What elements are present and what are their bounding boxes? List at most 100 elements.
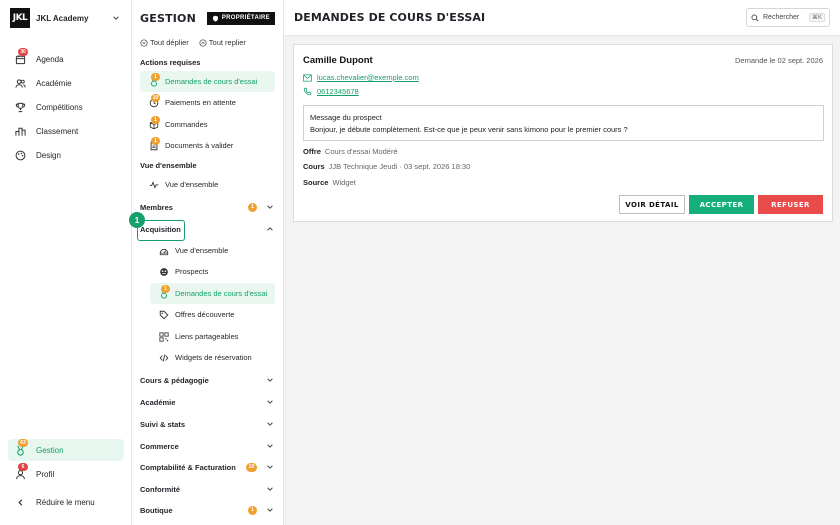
- chevron-up-icon: [265, 224, 275, 234]
- group-label: Commerce: [140, 441, 179, 451]
- group-count-badge: 1: [248, 505, 257, 515]
- medal-icon: 1: [148, 73, 160, 87]
- accept-button[interactable]: ACCEPTER: [689, 195, 754, 214]
- org-name: JKL Academy: [36, 13, 89, 23]
- main-content: DEMANDES DE COURS D'ESSAI Rechercher ⌘K …: [284, 0, 840, 525]
- nav-item-prospects[interactable]: Prospects: [150, 261, 275, 282]
- source-label: Source: [303, 178, 329, 187]
- chevron-down-icon: [265, 397, 275, 407]
- chevron-down-icon: [265, 462, 275, 472]
- trophy-icon: [14, 101, 26, 113]
- app-shell: JKL JKL Academy 30 Agenda Académie Compé…: [0, 0, 840, 525]
- refuse-button[interactable]: REFUSER: [758, 195, 823, 214]
- tag-icon: [158, 309, 169, 320]
- nav-title: GESTION: [140, 11, 197, 25]
- rail-item-label: Gestion: [36, 445, 64, 455]
- trial-request-card: Camille Dupont Demande le 02 sept. 2026 …: [293, 44, 833, 222]
- nav-item-acq-trial-requests[interactable]: 1 Demandes de cours d'essai: [150, 283, 275, 304]
- chevron-down-icon: [265, 375, 275, 385]
- rail-item-competitions[interactable]: Compétitions: [8, 96, 124, 118]
- course-label: Cours: [303, 162, 325, 171]
- group-commerce[interactable]: Commerce: [140, 436, 275, 456]
- group-label: Conformité: [140, 484, 180, 494]
- group-conformite[interactable]: Conformité: [140, 479, 275, 499]
- expand-all-button[interactable]: Tout déplier: [140, 38, 189, 47]
- nav-item-booking-widgets[interactable]: Widgets de réservation: [150, 347, 275, 368]
- rail-item-label: Agenda: [36, 54, 64, 64]
- section-overview-title: Vue d'ensemble: [140, 161, 197, 170]
- count-badge: 1: [151, 116, 160, 124]
- nav-item-label: Demandes de cours d'essai: [175, 289, 268, 298]
- nav-item-discovery-offers[interactable]: Offres découverte: [150, 304, 275, 325]
- group-count-badge: 1: [248, 202, 257, 212]
- chevron-down-icon: [265, 419, 275, 429]
- activity-icon: [148, 179, 159, 190]
- rail-item-classement[interactable]: Classement: [8, 120, 124, 142]
- rail-item-design[interactable]: Design: [8, 144, 124, 166]
- nav-item-overview[interactable]: Vue d'ensemble: [140, 174, 275, 195]
- org-switcher[interactable]: JKL JKL Academy: [0, 0, 131, 36]
- rail-item-label: Classement: [36, 126, 79, 136]
- email-link[interactable]: lucas.chevalier@exemple.com: [317, 73, 419, 82]
- search-shortcut: ⌘K: [808, 13, 825, 22]
- nav-item-acq-overview[interactable]: Vue d'ensemble: [150, 240, 275, 261]
- search-button[interactable]: Rechercher ⌘K: [746, 8, 830, 27]
- group-label: Cours & pédagogie: [140, 375, 209, 385]
- count-badge: 1: [161, 285, 170, 293]
- group-suivi-stats[interactable]: Suivi & stats: [140, 414, 275, 434]
- collapse-menu-button[interactable]: Réduire le menu: [8, 491, 124, 513]
- nav-item-label: Paiements en attente: [165, 98, 236, 107]
- chevron-left-icon: [14, 496, 26, 508]
- podium-icon: [14, 125, 26, 137]
- owner-badge-label: PROPRIÉTAIRE: [221, 15, 270, 21]
- group-label: Académie: [140, 397, 176, 407]
- chevron-down-icon: [111, 13, 121, 23]
- nav-item-label: Liens partageables: [175, 332, 239, 341]
- view-detail-button[interactable]: VOIR DÉTAIL: [619, 195, 685, 214]
- page-title: DEMANDES DE COURS D'ESSAI: [294, 11, 486, 24]
- rail-item-profil[interactable]: 6 Profil: [8, 463, 124, 485]
- users-icon: [14, 77, 26, 89]
- section-actions-title: Actions requises: [140, 58, 201, 67]
- group-comptabilite[interactable]: Comptabilité & Facturation 10: [140, 457, 275, 477]
- nav-item-share-links[interactable]: Liens partageables: [150, 326, 275, 347]
- palette-icon: [14, 149, 26, 161]
- collapse-all-button[interactable]: Tout replier: [199, 38, 246, 47]
- gestion-badge: 63: [18, 439, 28, 447]
- phone-icon: [303, 87, 312, 96]
- nav-item-documents[interactable]: 1 Documents à valider: [140, 135, 275, 156]
- nav-item-label: Widgets de réservation: [175, 353, 252, 362]
- prospects-icon: [158, 266, 169, 277]
- expand-icon: [140, 38, 148, 47]
- rail-item-academie[interactable]: Académie: [8, 72, 124, 94]
- nav-item-orders[interactable]: 1 Commandes: [140, 114, 275, 135]
- nav-item-label: Demandes de cours d'essai: [165, 77, 258, 86]
- collapse-icon: [199, 38, 207, 47]
- group-academie[interactable]: Académie: [140, 392, 275, 412]
- chevron-down-icon: [265, 202, 275, 212]
- nav-item-trial-requests[interactable]: 1 Demandes de cours d'essai: [140, 71, 275, 92]
- nav-item-pending-payments[interactable]: 10 Paiements en attente: [140, 92, 275, 113]
- document-icon: 1: [148, 137, 160, 151]
- chevron-down-icon: [265, 505, 275, 515]
- collapse-all-label: Tout replier: [208, 38, 246, 47]
- group-boutique[interactable]: Boutique 1: [140, 500, 275, 520]
- search-icon: [751, 14, 759, 22]
- group-label: Membres: [140, 202, 173, 212]
- calendar-icon: 30: [14, 48, 28, 65]
- rail-item-agenda[interactable]: 30 Agenda: [8, 48, 124, 70]
- group-membres[interactable]: Membres 1: [140, 197, 275, 217]
- offer-value: Cours d'essai Modéré: [324, 147, 398, 156]
- course-row: Cours JJB Technique Jeudi · 03 sept. 2026…: [303, 162, 470, 171]
- chevron-down-icon: [265, 484, 275, 494]
- nav-item-label: Documents à valider: [165, 141, 234, 150]
- step-marker: 1: [129, 212, 145, 228]
- request-date: Demande le 02 sept. 2026: [735, 56, 823, 65]
- rail-item-label: Compétitions: [36, 102, 83, 112]
- phone-row: 0612345678: [303, 87, 359, 96]
- agenda-badge: 30: [18, 48, 28, 56]
- phone-link[interactable]: 0612345678: [317, 87, 359, 96]
- rail-item-gestion[interactable]: 63 Gestion: [8, 439, 124, 461]
- offer-row: Offre Cours d'essai Modéré: [303, 147, 398, 156]
- group-cours-pedagogie[interactable]: Cours & pédagogie: [140, 370, 275, 390]
